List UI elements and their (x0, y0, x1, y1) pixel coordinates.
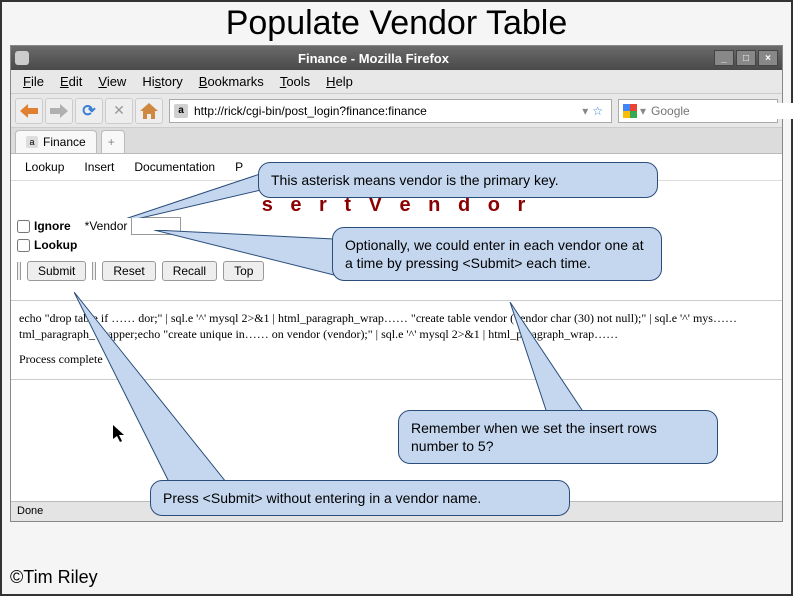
back-button[interactable] (15, 98, 43, 124)
url-input[interactable] (192, 103, 582, 119)
reload-button[interactable]: ⟳ (75, 98, 103, 124)
callout-insert-rows: Remember when we set the insert rows num… (398, 410, 718, 464)
submit-button[interactable]: Submit (27, 261, 86, 281)
home-button[interactable] (135, 98, 163, 124)
tab-label: Finance (43, 135, 86, 149)
slide-title: Populate Vendor Table (2, 2, 791, 43)
lookup-label: Lookup (34, 238, 77, 252)
callout-primary-key: This asterisk means vendor is the primar… (258, 162, 658, 198)
tab-icon: a (26, 136, 38, 148)
separator (17, 262, 21, 280)
lookup-checkbox[interactable] (17, 239, 30, 252)
menu-tools[interactable]: Tools (272, 72, 318, 91)
window-title: Finance - Mozilla Firefox (35, 51, 712, 66)
dropdown-icon[interactable]: ▾ (582, 104, 588, 118)
menubar: File Edit View History Bookmarks Tools H… (11, 70, 782, 94)
app-menu-lookup[interactable]: Lookup (17, 158, 72, 176)
close-button[interactable]: × (758, 50, 778, 66)
search-input[interactable] (649, 103, 793, 119)
separator (92, 262, 96, 280)
home-icon (140, 103, 158, 119)
stop-button[interactable]: ✕ (105, 98, 133, 124)
forward-button[interactable] (45, 98, 73, 124)
tab-bar: a Finance + (11, 128, 782, 154)
url-bar[interactable]: a ▾ ☆ (169, 99, 612, 123)
menu-view[interactable]: View (90, 72, 134, 91)
callout-submit-each: Optionally, we could enter in each vendo… (332, 227, 662, 281)
bookmark-star-icon[interactable]: ☆ (592, 104, 603, 118)
new-tab-button[interactable]: + (101, 130, 125, 153)
google-icon (623, 103, 637, 119)
menu-edit[interactable]: Edit (52, 72, 90, 91)
search-box[interactable]: ▾ (618, 99, 778, 123)
site-icon: a (174, 104, 188, 118)
reset-button[interactable]: Reset (102, 261, 155, 281)
menu-bookmarks[interactable]: Bookmarks (191, 72, 272, 91)
tab-finance[interactable]: a Finance (15, 130, 97, 153)
titlebar: Finance - Mozilla Firefox _ □ × (11, 46, 782, 70)
callout-press-submit: Press <Submit> without entering in a ven… (150, 480, 570, 516)
minimize-button[interactable]: _ (714, 50, 734, 66)
callout-pointer (74, 292, 244, 512)
menu-file[interactable]: File (15, 72, 52, 91)
dropdown-icon[interactable]: ▾ (640, 104, 646, 118)
app-icon (15, 51, 29, 65)
arrow-right-icon (50, 104, 68, 118)
copyright: ©Tim Riley (10, 567, 98, 588)
maximize-button[interactable]: □ (736, 50, 756, 66)
navbar: ⟳ ✕ a ▾ ☆ ▾ (11, 94, 782, 128)
menu-help[interactable]: Help (318, 72, 361, 91)
arrow-left-icon (20, 104, 38, 118)
menu-history[interactable]: History (134, 72, 190, 91)
